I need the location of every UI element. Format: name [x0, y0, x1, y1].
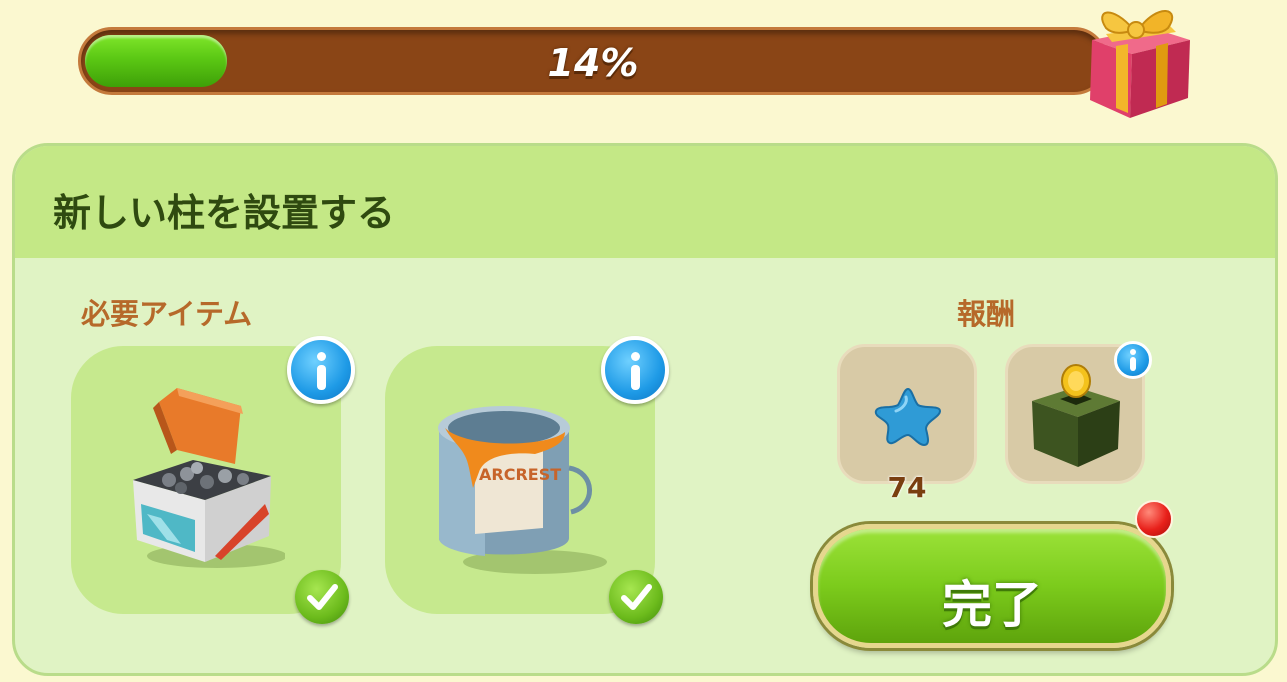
paint-can-icon: ARCREST	[438, 406, 607, 574]
complete-button[interactable]: 完了	[813, 524, 1171, 648]
quest-progress-bar: 14%	[78, 27, 1108, 95]
notification-dot	[1135, 500, 1173, 538]
complete-button-label: 完了	[942, 576, 1042, 634]
reward-star-count: 74	[887, 471, 927, 504]
required-item-paint[interactable]: ARCREST	[385, 336, 669, 624]
checkmark-icon	[609, 570, 663, 624]
rewards-label: 報酬	[957, 297, 1016, 331]
reward-info-icon[interactable]	[1114, 341, 1152, 379]
progress-percent: 14%	[547, 41, 639, 85]
checkmark-icon	[295, 570, 349, 624]
quest-title: 新しい柱を設置する	[53, 191, 396, 235]
reward-coin-chest[interactable]	[1005, 341, 1152, 484]
blue-star-icon	[874, 387, 942, 447]
paint-can-brand: ARCREST	[479, 465, 561, 484]
screw-box-icon	[133, 388, 285, 568]
item-info-icon[interactable]	[287, 336, 355, 404]
gift-box-icon[interactable]	[1072, 0, 1202, 122]
required-item-screws[interactable]	[71, 336, 355, 624]
quest-header: 新しい柱を設置する	[15, 146, 1275, 258]
required-items-label: 必要アイテム	[81, 297, 253, 331]
quest-panel: 新しい柱を設置する 必要アイテム 報酬 ARCREST 74 完了	[12, 143, 1278, 676]
coin-chest-icon	[1032, 364, 1120, 467]
reward-star[interactable]: 74	[837, 344, 977, 504]
item-info-icon[interactable]	[601, 336, 669, 404]
